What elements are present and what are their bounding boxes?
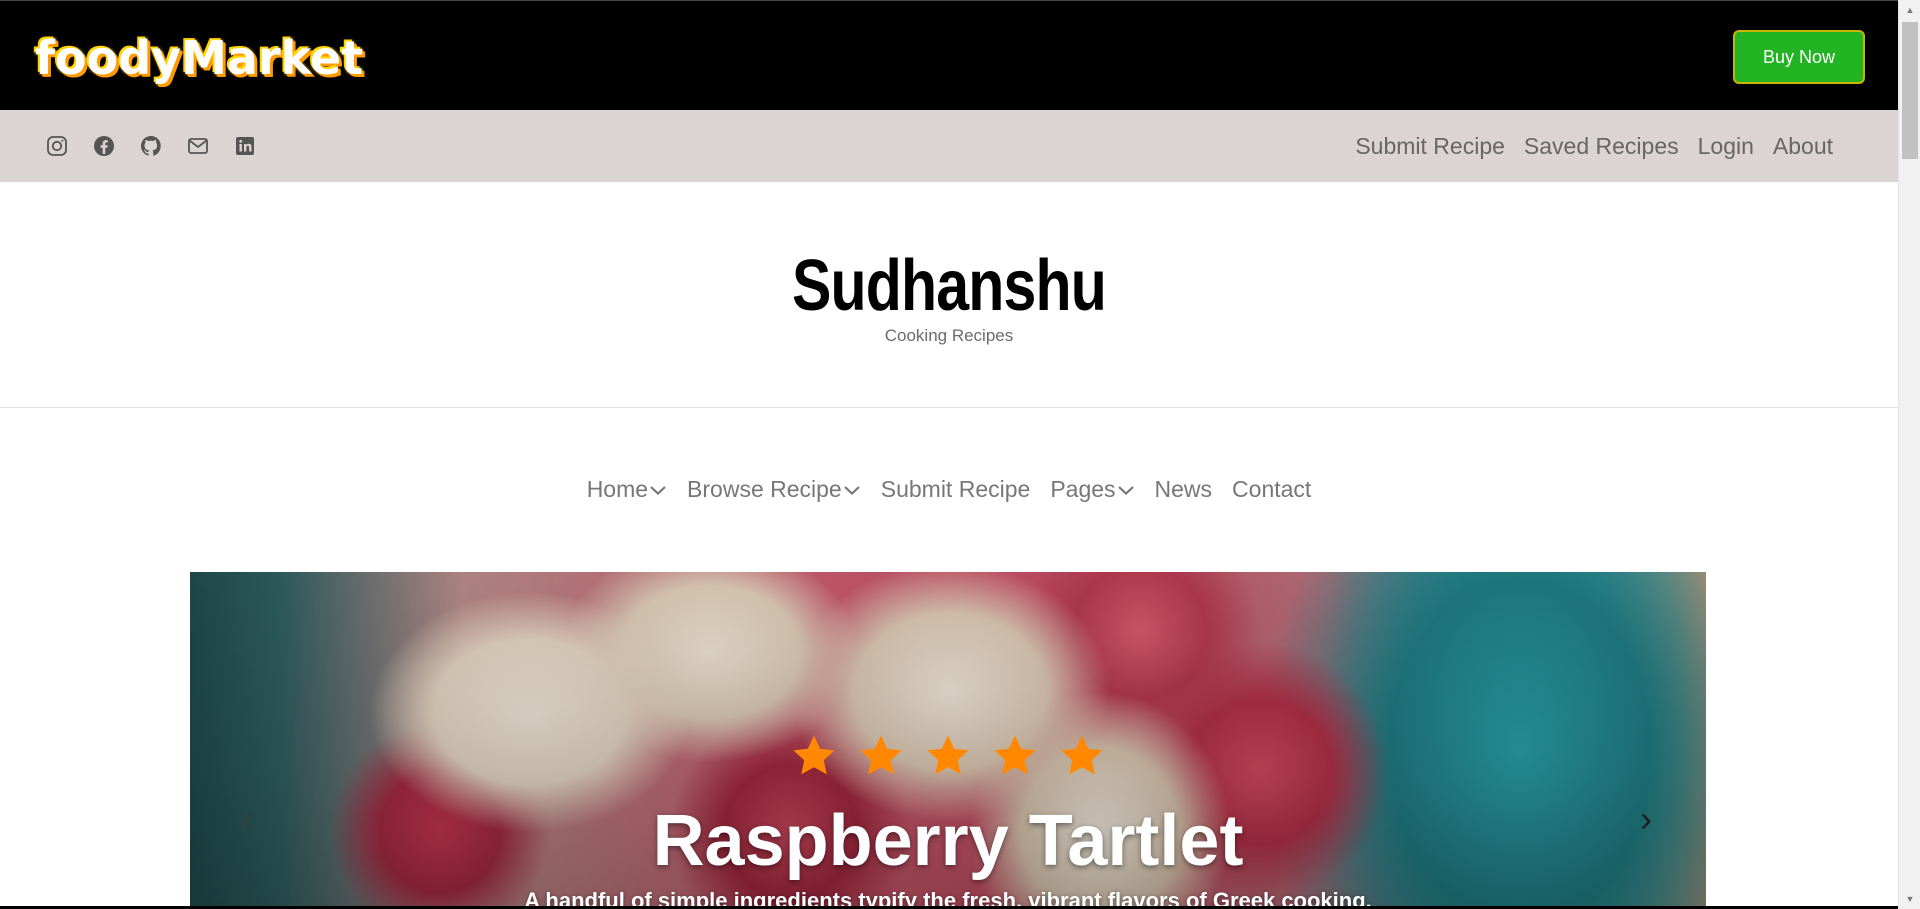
nav-submit-recipe[interactable]: Submit Recipe [881,476,1031,503]
nav-label: Submit Recipe [880,476,1031,502]
mail-icon[interactable] [184,133,211,160]
slider-next-button[interactable]: › [1626,798,1666,840]
star-icon [1061,735,1103,775]
brand-logo[interactable]: foodyMarket [35,31,363,85]
github-icon[interactable] [137,133,164,160]
scroll-up-arrow-icon[interactable]: ▲ [1899,0,1920,20]
top-link-submit-recipe[interactable]: Submit Recipe [1355,133,1505,160]
social-links [43,110,258,182]
chevron-down-icon [650,485,666,495]
star-icon [860,735,902,775]
star-icon [793,735,835,775]
linkedin-icon[interactable] [231,133,258,160]
buy-now-button[interactable]: Buy Now [1733,30,1865,84]
nav-label: Pages [1050,476,1116,502]
nav-news[interactable]: News [1155,476,1213,503]
star-icon [994,735,1036,775]
nav-contact[interactable]: Contact [1232,476,1311,503]
top-header: foodyMarket Buy Now [0,0,1898,110]
site-title[interactable]: Sudhanshu [171,245,1727,327]
chevron-down-icon [843,485,860,495]
top-links: Submit Recipe Saved Recipes Login About [1355,110,1833,182]
instagram-icon[interactable] [43,133,70,160]
nav-home[interactable]: Home [587,476,667,503]
scroll-down-arrow-icon[interactable]: ▼ [1899,889,1920,909]
star-icon [927,735,969,775]
nav-label: News [1154,476,1213,502]
slider-prev-button[interactable]: ‹ [227,798,267,840]
chevron-down-icon [1117,485,1134,495]
top-link-saved-recipes[interactable]: Saved Recipes [1524,133,1679,160]
site-subtitle: Cooking Recipes [884,326,1014,345]
nav-pages[interactable]: Pages [1050,476,1134,503]
slide-title[interactable]: Raspberry Tartlet [190,800,1706,882]
page-scrollbar[interactable]: ▲ ▼ [1898,0,1920,909]
rating-stars [190,732,1706,780]
nav-label: Contact [1232,476,1312,502]
hero-slider: Raspberry Tartlet A handful of simple in… [190,572,1706,909]
nav-label: Browse Recipe [687,476,842,502]
nav-browse-recipe[interactable]: Browse Recipe [687,476,861,503]
facebook-icon[interactable] [90,133,117,160]
nav-label: Home [586,476,649,502]
top-link-login[interactable]: Login [1698,133,1754,160]
header-divider [0,407,1898,408]
scrollbar-thumb[interactable] [1902,22,1918,159]
social-bar: Submit Recipe Saved Recipes Login About [0,110,1898,182]
top-link-about[interactable]: About [1773,133,1833,160]
main-nav: Home Browse Recipe Submit Recipe Pages N… [0,476,1898,503]
